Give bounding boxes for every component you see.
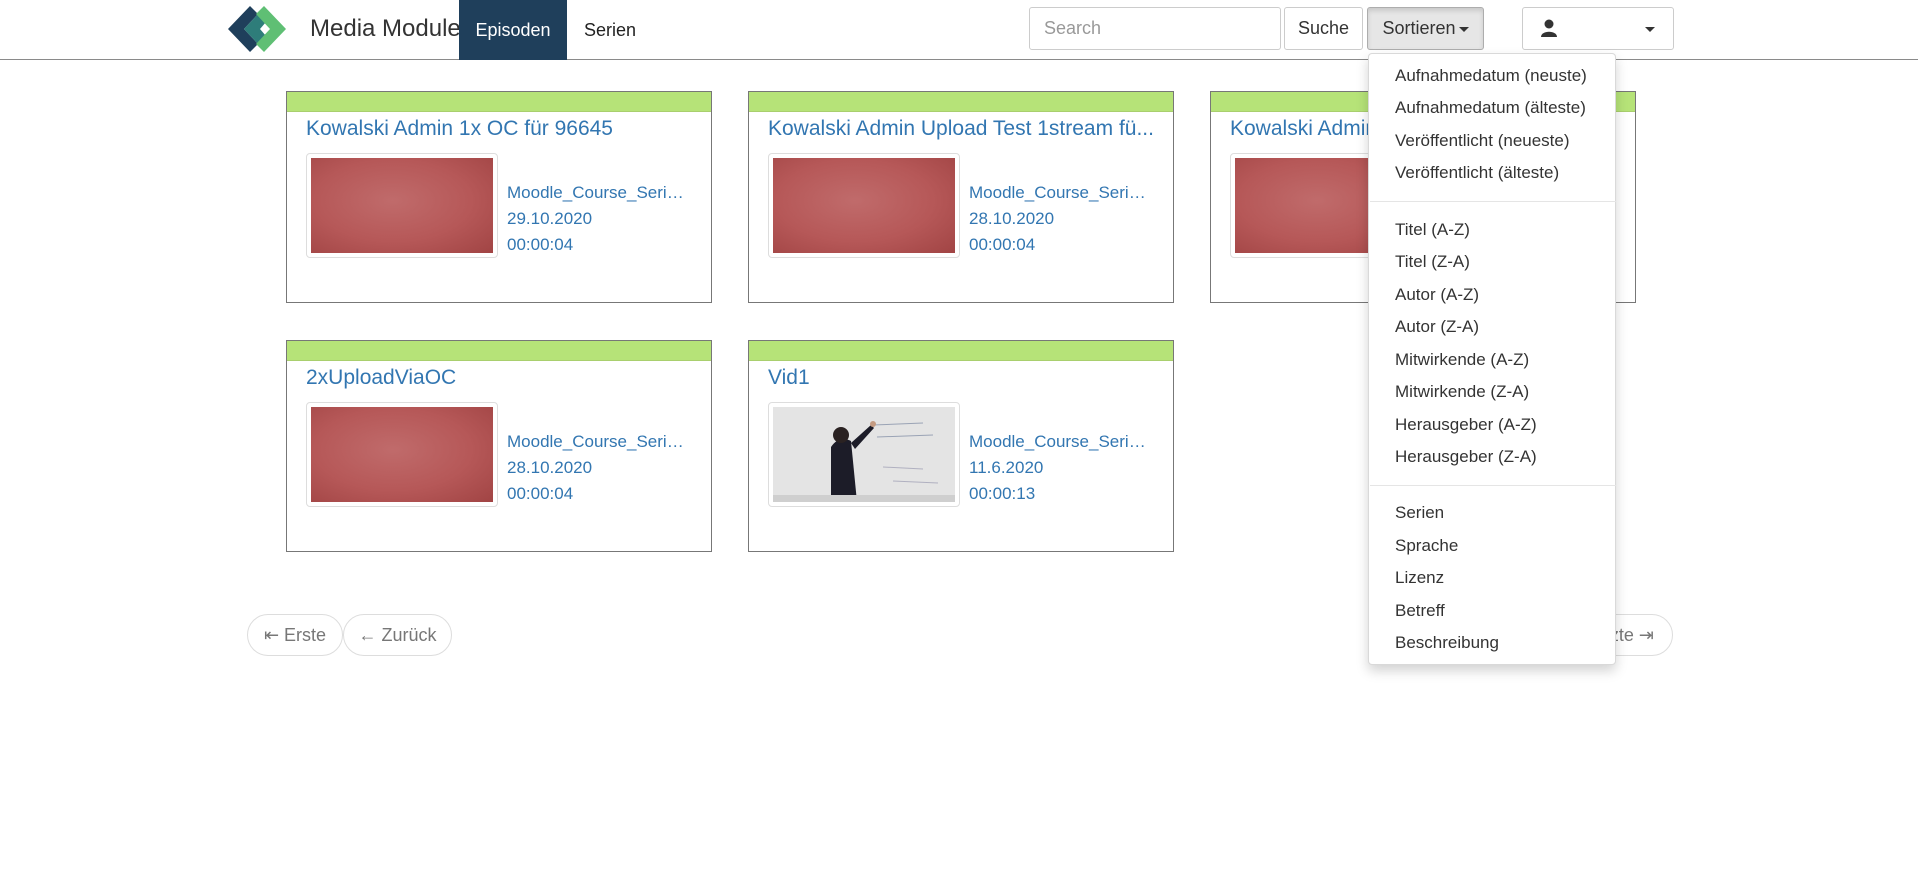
episode-thumbnail[interactable] [306,153,498,258]
pagination-last-label: zte ⇥ [1609,625,1654,645]
sort-option[interactable]: Mitwirkende (A-Z) [1395,350,1529,370]
episode-meta: Moodle_Course_Serie... 29.10.2020 00:00:… [507,180,687,258]
card-status-bar [287,341,711,361]
lecture-scene-icon [773,407,955,502]
thumbnail-image [311,407,493,502]
sort-option[interactable]: Autor (A-Z) [1395,285,1479,305]
sort-option[interactable]: Autor (Z-A) [1395,317,1479,337]
sort-option[interactable]: Lizenz [1395,568,1444,588]
episode-series[interactable]: Moodle_Course_Serie... [507,180,687,206]
episode-title[interactable]: Vid1 [768,366,1158,390]
search-input[interactable] [1029,7,1281,50]
episode-thumbnail[interactable] [768,153,960,258]
user-menu-button[interactable] [1522,7,1674,50]
top-navbar: Media Module Episoden Serien Suche Sorti… [0,0,1918,60]
episode-date: 28.10.2020 [507,458,593,477]
pagination-prev-button[interactable]: ← Zurück [343,614,452,656]
sort-dropdown-menu: Aufnahmedatum (neuste) Aufnahmedatum (äl… [1368,53,1616,665]
thumbnail-image [773,407,955,502]
episode-series[interactable]: Moodle_Course_Serie... [969,180,1149,206]
caret-down-icon [1645,27,1655,32]
sort-option[interactable]: Mitwirkende (Z-A) [1395,382,1529,402]
episode-duration: 00:00:13 [969,484,1036,503]
tab-episoden[interactable]: Episoden [459,0,567,60]
episode-thumbnail[interactable] [768,402,960,507]
sort-option[interactable]: Herausgeber (A-Z) [1395,415,1537,435]
sort-option[interactable]: Sprache [1395,536,1458,556]
episode-series[interactable]: Moodle_Course_Serie... [969,429,1149,455]
episode-meta: Moodle_Course_Serie... 28.10.2020 00:00:… [969,180,1149,258]
episode-card[interactable]: Vid1 Moodle_Course_Serie... 11.6.2020 00… [748,340,1174,552]
episode-date: 28.10.2020 [969,209,1055,228]
sort-option[interactable]: Titel (A-Z) [1395,220,1470,240]
episode-title[interactable]: 2xUploadViaOC [306,366,696,390]
tab-serien[interactable]: Serien [567,0,653,60]
episode-card[interactable]: Kowalski Admin Upload Test 1stream fü...… [748,91,1174,303]
thumbnail-image [773,158,955,253]
sort-option[interactable]: Serien [1395,503,1444,523]
episode-thumbnail[interactable] [306,402,498,507]
sort-option[interactable]: Betreff [1395,601,1445,621]
sort-button-label: Sortieren [1382,18,1456,38]
episode-duration: 00:00:04 [507,235,574,254]
sort-button[interactable]: Sortieren [1367,7,1484,50]
search-button[interactable]: Suche [1284,7,1363,50]
sort-option[interactable]: Herausgeber (Z-A) [1395,447,1537,467]
menu-divider [1370,485,1616,486]
sort-option[interactable]: Veröffentlicht (neueste) [1395,131,1570,151]
episode-date: 29.10.2020 [507,209,593,228]
episode-duration: 00:00:04 [507,484,574,503]
episode-meta: Moodle_Course_Serie... 11.6.2020 00:00:1… [969,429,1149,507]
user-icon [1541,19,1557,37]
card-status-bar [749,341,1173,361]
menu-divider [1370,201,1616,202]
episode-meta: Moodle_Course_Serie... 28.10.2020 00:00:… [507,429,687,507]
sort-option[interactable]: Aufnahmedatum (älteste) [1395,98,1586,118]
episode-title[interactable]: Kowalski Admin 1x OC für 96645 [306,117,696,141]
media-module-logo-icon[interactable] [228,6,294,52]
brand-title[interactable]: Media Module [310,15,461,43]
episode-card[interactable]: Kowalski Admin 1x OC für 96645 Moodle_Co… [286,91,712,303]
thumbnail-image [311,158,493,253]
episode-title[interactable]: Kowalski Admin Upload Test 1stream fü... [768,117,1158,141]
episode-date: 11.6.2020 [969,458,1044,477]
sort-option[interactable]: Aufnahmedatum (neuste) [1395,66,1587,86]
caret-down-icon [1458,26,1469,32]
pagination-first-button[interactable]: ⇤ Erste [247,614,343,656]
episode-card[interactable]: 2xUploadViaOC Moodle_Course_Serie... 28.… [286,340,712,552]
card-status-bar [749,92,1173,112]
sort-option[interactable]: Veröffentlicht (älteste) [1395,163,1559,183]
card-status-bar [287,92,711,112]
sort-option[interactable]: Titel (Z-A) [1395,252,1470,272]
sort-option[interactable]: Beschreibung [1395,633,1499,653]
episode-duration: 00:00:04 [969,235,1036,254]
episode-series[interactable]: Moodle_Course_Serie... [507,429,687,455]
